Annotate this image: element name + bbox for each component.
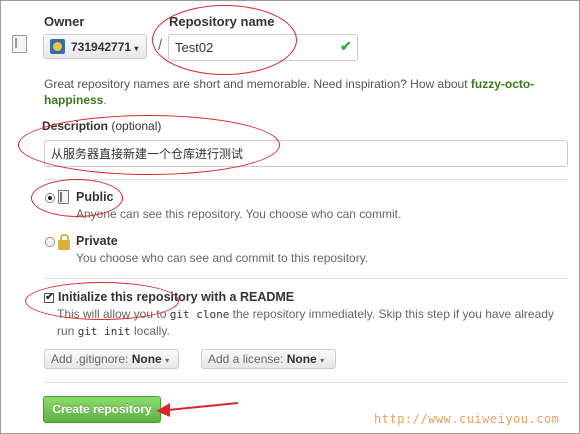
- public-book-icon: [58, 190, 69, 204]
- repository-name-label: Repository name: [169, 14, 275, 29]
- hint-end: .: [103, 93, 107, 107]
- hint-text: Great repository names are short and mem…: [44, 77, 471, 91]
- public-description: Anyone can see this repository. You choo…: [76, 207, 402, 221]
- gitignore-prefix: Add .gitignore:: [51, 352, 132, 366]
- repo-book-icon: [12, 35, 27, 53]
- description-label-group: Description (optional): [42, 119, 161, 133]
- annotation-arrow: [156, 402, 239, 417]
- gitignore-value: None: [131, 352, 162, 366]
- private-description: You choose who can see and commit to thi…: [76, 251, 369, 265]
- init-readme-label[interactable]: Initialize this repository with a README: [58, 290, 294, 304]
- init-readme-checkbox[interactable]: [44, 290, 54, 303]
- owner-label: Owner: [44, 14, 85, 29]
- description-optional: (optional): [108, 119, 162, 133]
- git-init-code: git init: [77, 325, 131, 338]
- chevron-down-icon: ▾: [134, 44, 139, 53]
- public-title: Public: [76, 190, 114, 204]
- init-desc-part: locally.: [130, 324, 170, 338]
- license-value: None: [286, 352, 317, 366]
- divider: [44, 179, 568, 180]
- init-desc-part: This will allow you to: [57, 307, 170, 321]
- divider: [44, 278, 568, 279]
- divider: [44, 382, 568, 383]
- description-label: Description: [42, 119, 109, 133]
- license-dropdown[interactable]: Add a license: None ▾: [201, 349, 336, 369]
- owner-dropdown[interactable]: 731942771 ▾: [43, 34, 147, 59]
- watermark: http://www.cuiweiyou.com: [374, 412, 560, 426]
- owner-name: 731942771: [71, 40, 132, 54]
- description-input[interactable]: [44, 140, 568, 167]
- chevron-down-icon: ▾: [165, 356, 170, 365]
- arrow-head: [156, 403, 170, 417]
- git-clone-code: git clone: [169, 308, 230, 321]
- arrow-shaft: [167, 402, 239, 411]
- repository-name-input[interactable]: [168, 34, 358, 61]
- public-radio[interactable]: [45, 193, 55, 203]
- owner-repo-separator: /: [158, 37, 163, 54]
- chevron-down-icon: ▾: [320, 356, 325, 365]
- lock-icon: [58, 234, 70, 250]
- private-title: Private: [76, 234, 118, 248]
- check-icon: ✔: [340, 38, 352, 54]
- license-prefix: Add a license:: [208, 352, 287, 366]
- private-radio[interactable]: [45, 237, 55, 247]
- create-repository-button[interactable]: Create repository: [43, 396, 161, 423]
- gitignore-dropdown[interactable]: Add .gitignore: None ▾: [44, 349, 179, 369]
- owner-avatar: [50, 39, 65, 54]
- init-readme-description: This will allow you to git clone the rep…: [57, 306, 569, 340]
- repo-name-hint: Great repository names are short and mem…: [44, 76, 564, 108]
